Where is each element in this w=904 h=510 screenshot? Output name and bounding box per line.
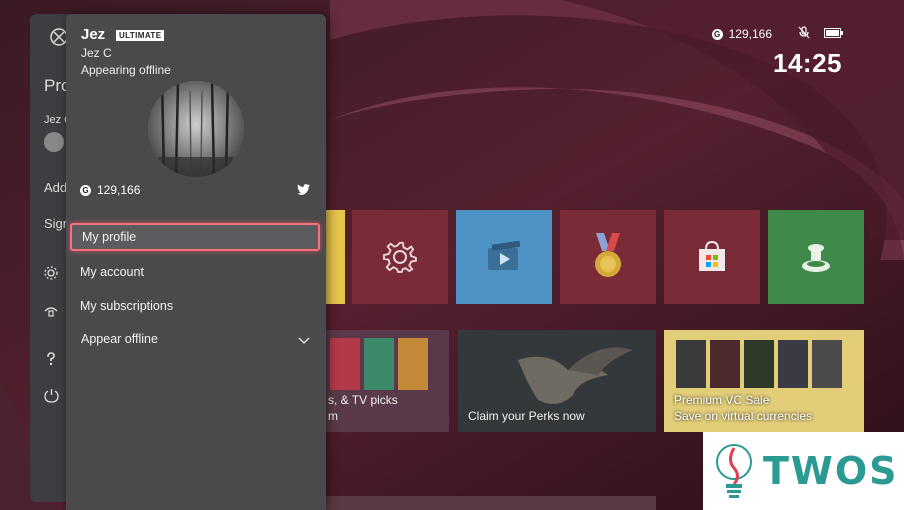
presence-status: Appearing offline	[81, 63, 171, 77]
tile-achievements[interactable]	[560, 210, 656, 304]
status-gamerscore: 129,166	[728, 27, 772, 41]
guide-add-partial[interactable]: Add	[44, 180, 67, 195]
store-icon	[699, 240, 725, 271]
promo-tile-picks-caption: s, & TV picks m	[328, 393, 398, 423]
tile-settings[interactable]	[352, 210, 448, 304]
menu-appear-offline-label: Appear offline	[81, 332, 158, 346]
gamepass-icon	[802, 244, 830, 272]
tile-game-pass[interactable]	[768, 210, 864, 304]
ultimate-badge: ULTIMATE	[116, 30, 165, 41]
gamertag: Jez	[81, 26, 106, 43]
watermark-text: TWOS	[763, 449, 899, 493]
bulb-logo-icon	[716, 444, 752, 498]
menu-appear-offline[interactable]: Appear offline	[70, 325, 320, 353]
gear-icon	[383, 241, 417, 273]
chevron-down-icon	[298, 334, 310, 348]
profile-panel: Jez ULTIMATE Jez C Appearing offline G 1…	[66, 14, 326, 510]
twitter-icon[interactable]	[297, 182, 310, 200]
achievement-medal-icon	[595, 233, 621, 277]
guide-avatar	[44, 132, 64, 152]
promo-tile-vc-sale[interactable]: Premium VC Sale Save on virtual currenci…	[664, 330, 864, 432]
movies-icon	[488, 240, 521, 270]
menu-my-subscriptions-label: My subscriptions	[80, 299, 174, 313]
promo-tile-perks[interactable]: Claim your Perks now	[458, 330, 656, 432]
menu-my-profile[interactable]: My profile	[70, 223, 320, 251]
status-bar: G 129,166	[711, 26, 844, 42]
mic-muted-icon	[798, 26, 810, 42]
promo-tile-perks-caption: Claim your Perks now	[468, 409, 585, 423]
gamerscore-icon: G	[711, 28, 723, 40]
real-name: Jez C	[81, 46, 112, 60]
tile-store[interactable]	[664, 210, 760, 304]
device-icon[interactable]	[44, 304, 58, 322]
avatar	[148, 81, 244, 177]
promo-tile-vc-sale-caption: Premium VC Sale Save on virtual currenci…	[674, 393, 813, 423]
clock: 14:25	[773, 48, 842, 78]
profile-gamerscore: G 129,166	[80, 183, 140, 197]
gear-icon[interactable]	[44, 266, 58, 285]
tile-bottom-1[interactable]	[318, 496, 656, 510]
tile-movies-tv[interactable]	[456, 210, 552, 304]
battery-icon	[824, 27, 844, 41]
profile-gamerscore-value: 129,166	[97, 183, 141, 197]
watermark: TWOS	[703, 432, 904, 510]
menu-my-account[interactable]: My account	[70, 258, 320, 286]
gamerscore-icon: G	[80, 184, 91, 196]
menu-my-account-label: My account	[80, 265, 144, 279]
menu-my-profile-label: My profile	[82, 230, 137, 244]
menu-my-subscriptions[interactable]: My subscriptions	[70, 292, 320, 320]
promo-tile-picks[interactable]: s, & TV picks m	[318, 330, 449, 432]
power-icon[interactable]	[44, 388, 59, 408]
help-icon[interactable]	[44, 352, 58, 371]
